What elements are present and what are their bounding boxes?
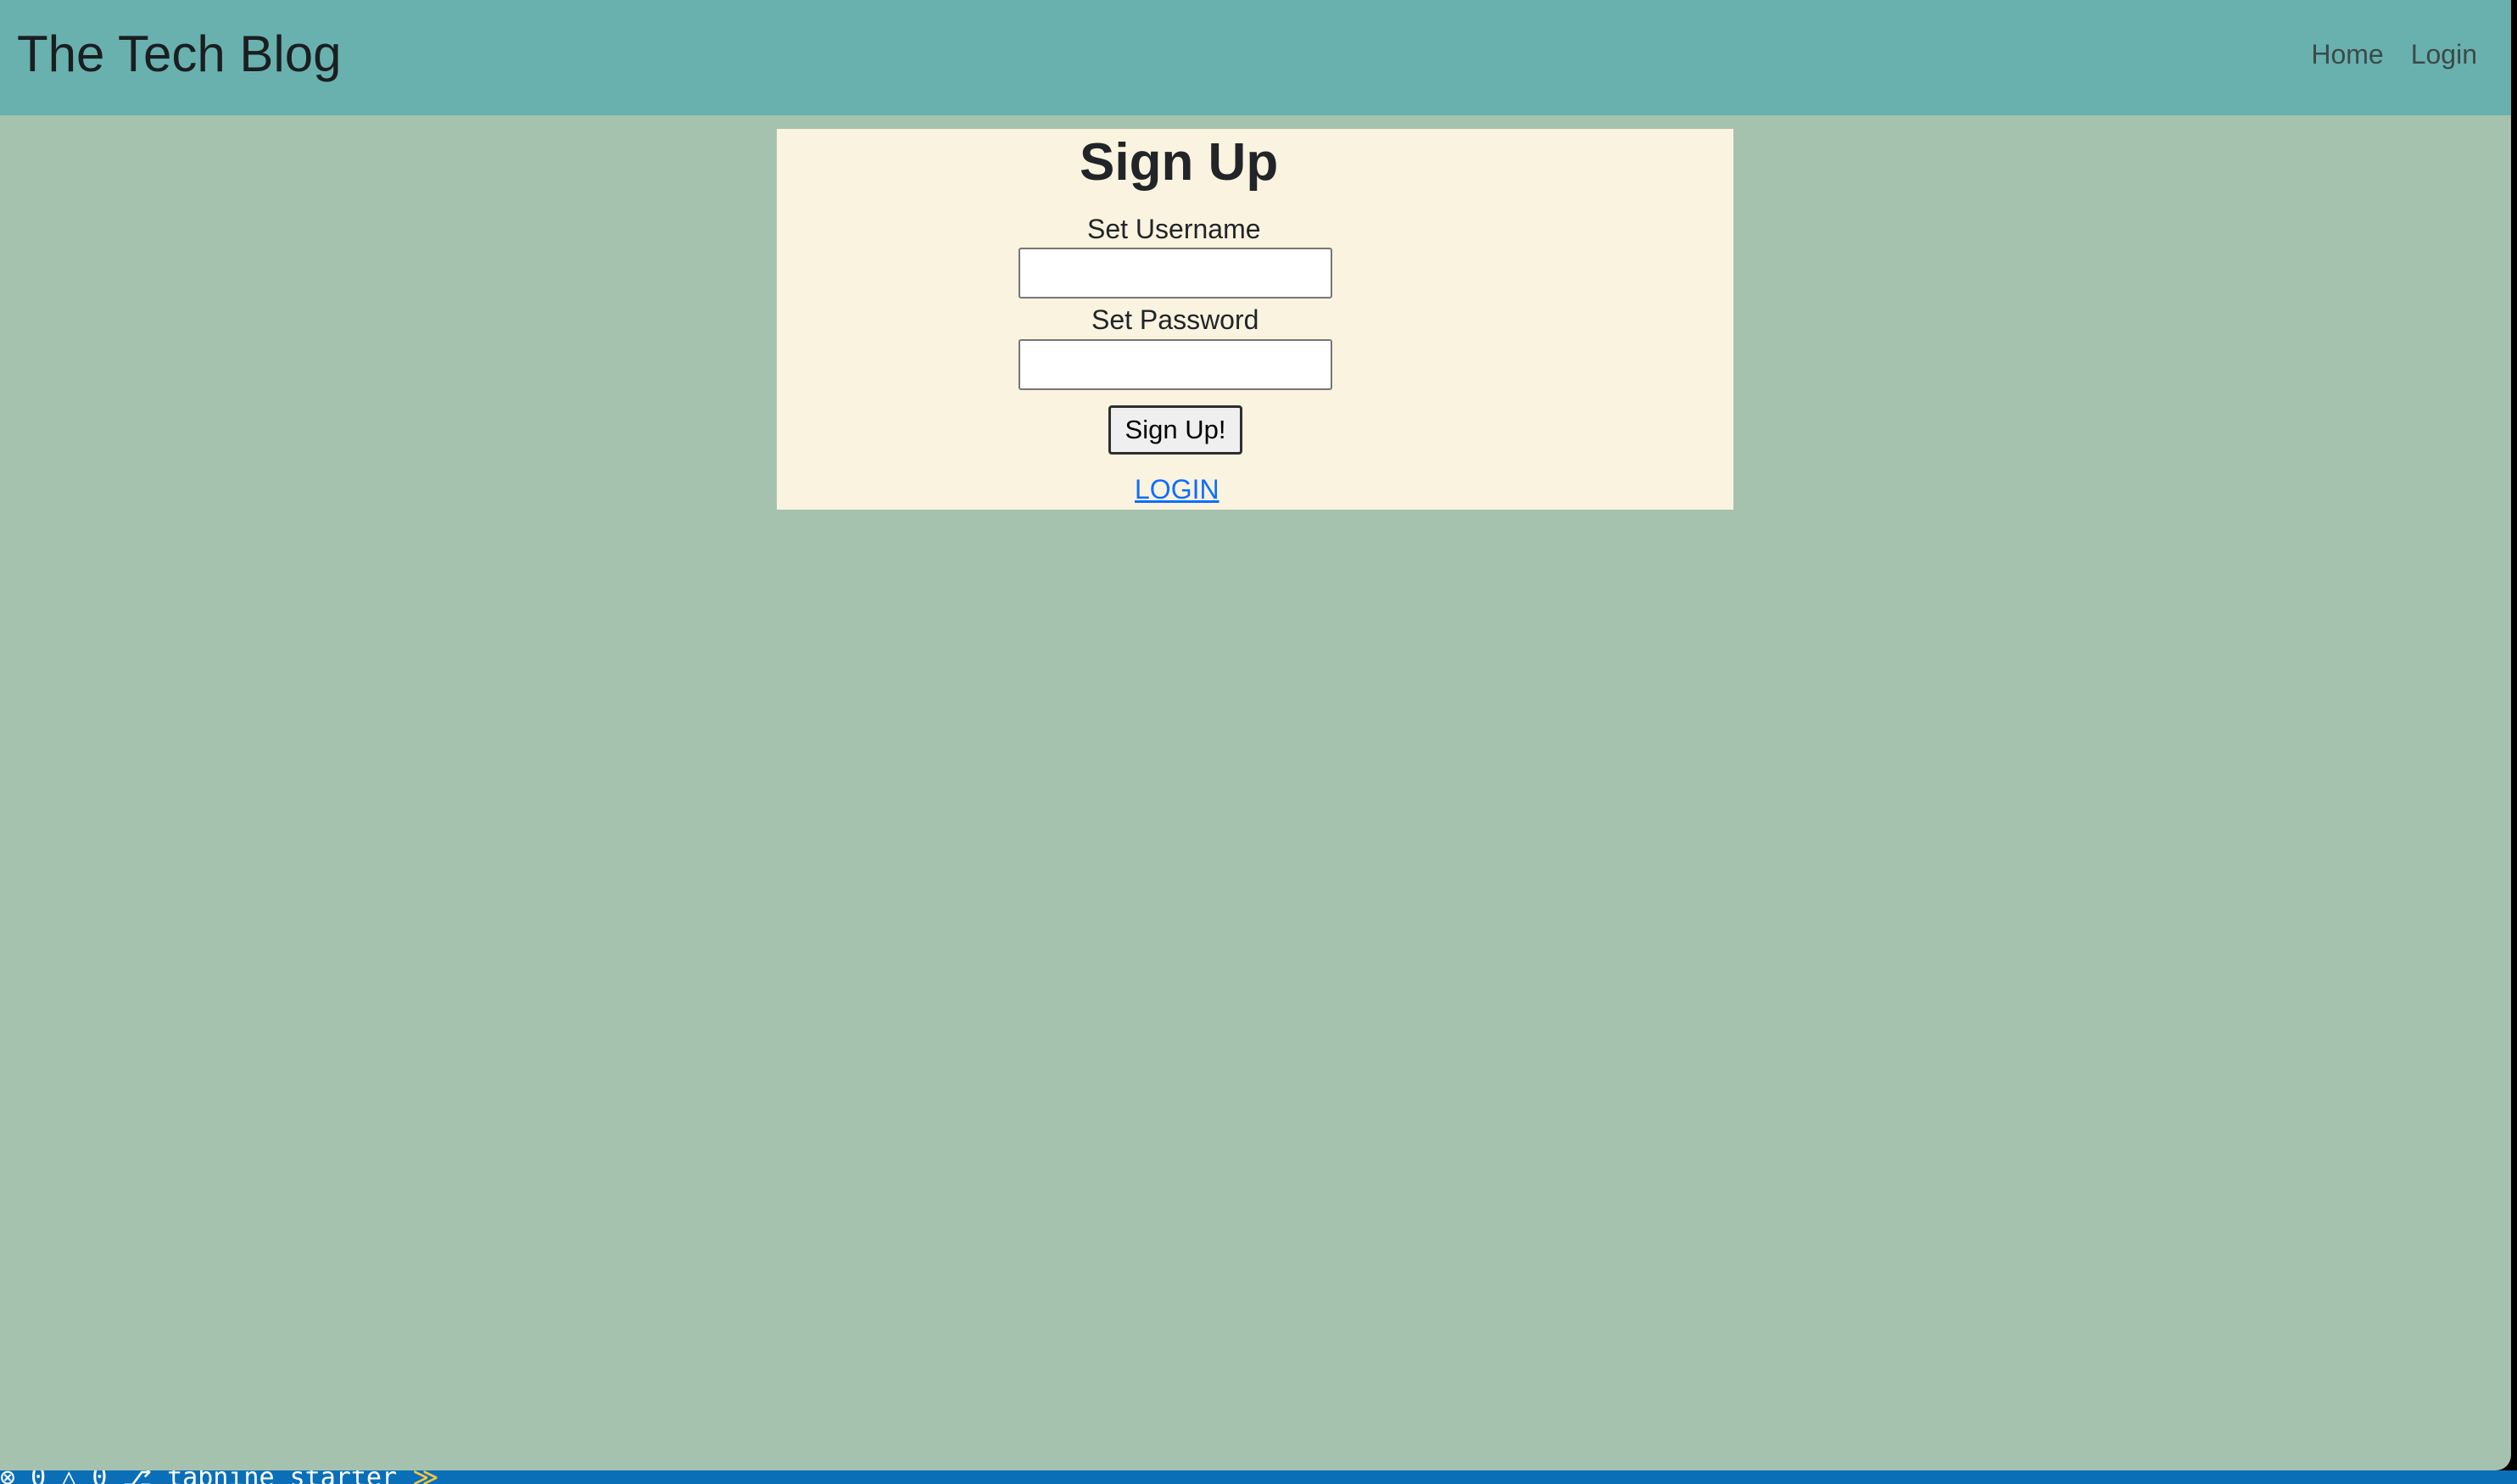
signup-button[interactable]: Sign Up! [1108, 405, 1242, 455]
password-input[interactable] [1019, 339, 1332, 390]
statusbar-text: ⊗ 0 △ 0 ⎇ tabnine starter ≫ [0, 1470, 439, 1484]
navbar: The Tech Blog Home Login [0, 0, 2511, 115]
editor-statusbar: ⊗ 0 △ 0 ⎇ tabnine starter ≫ [0, 1470, 2517, 1484]
username-label: Set Username [1087, 214, 1261, 244]
browser-viewport: The Tech Blog Home Login Sign Up Set Use… [0, 0, 2511, 1470]
username-input[interactable] [1019, 248, 1332, 298]
nav-home-link[interactable]: Home [2311, 34, 2383, 75]
page-title: Sign Up [1080, 133, 1279, 192]
site-brand[interactable]: The Tech Blog [17, 24, 341, 85]
chevron-right-icon[interactable]: ≫ [412, 1470, 438, 1484]
password-label: Set Password [1091, 304, 1259, 335]
nav-links: Home Login [2311, 34, 2477, 75]
login-link[interactable]: LOGIN [1135, 472, 1219, 506]
statusbar-info[interactable]: ⊗ 0 △ 0 ⎇ tabnine starter [0, 1470, 397, 1484]
nav-login-link[interactable]: Login [2411, 34, 2477, 75]
